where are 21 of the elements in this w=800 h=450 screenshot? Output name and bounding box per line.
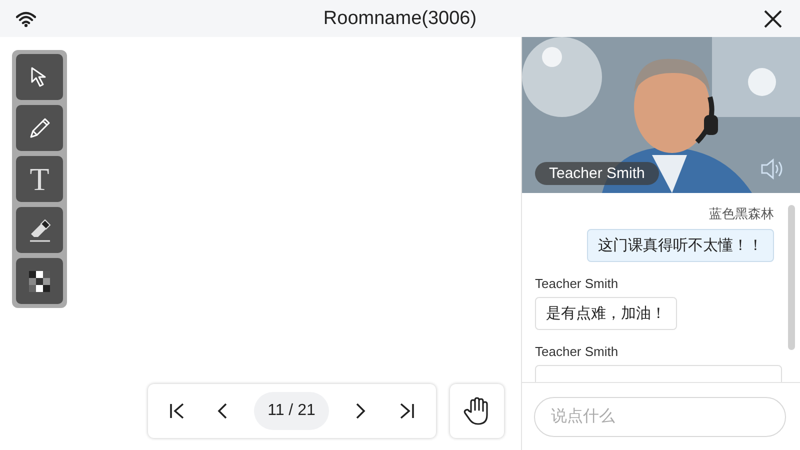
sender-name: Teacher Smith <box>535 344 618 359</box>
sender-name: 蓝色黑森林 <box>709 205 774 223</box>
window-title: Roomname(3006) <box>323 8 477 30</box>
hand-icon <box>462 396 490 426</box>
close-button[interactable] <box>764 10 782 28</box>
tool-button[interactable] <box>16 54 63 100</box>
participant-name: Teacher Smith <box>535 162 659 185</box>
text-tool-icon: T <box>30 163 50 195</box>
wifi-icon <box>16 10 36 26</box>
raise-hand-button[interactable] <box>450 384 504 438</box>
message-bubble: 这门课真得听不太懂！！ <box>587 229 774 262</box>
page-counter: 11 / 21 <box>254 392 330 430</box>
mosaic-icon <box>29 270 50 292</box>
tool-button[interactable] <box>16 207 63 253</box>
message-input[interactable]: 说点什么 <box>534 396 786 436</box>
sender-name: Teacher Smith <box>535 276 618 291</box>
scrollbar[interactable] <box>788 205 795 350</box>
message-bubble: 是有点难，加油！ <box>535 297 677 330</box>
tool-button[interactable]: T <box>16 156 63 202</box>
tool-button[interactable] <box>16 105 63 151</box>
tool-button[interactable] <box>16 258 63 304</box>
